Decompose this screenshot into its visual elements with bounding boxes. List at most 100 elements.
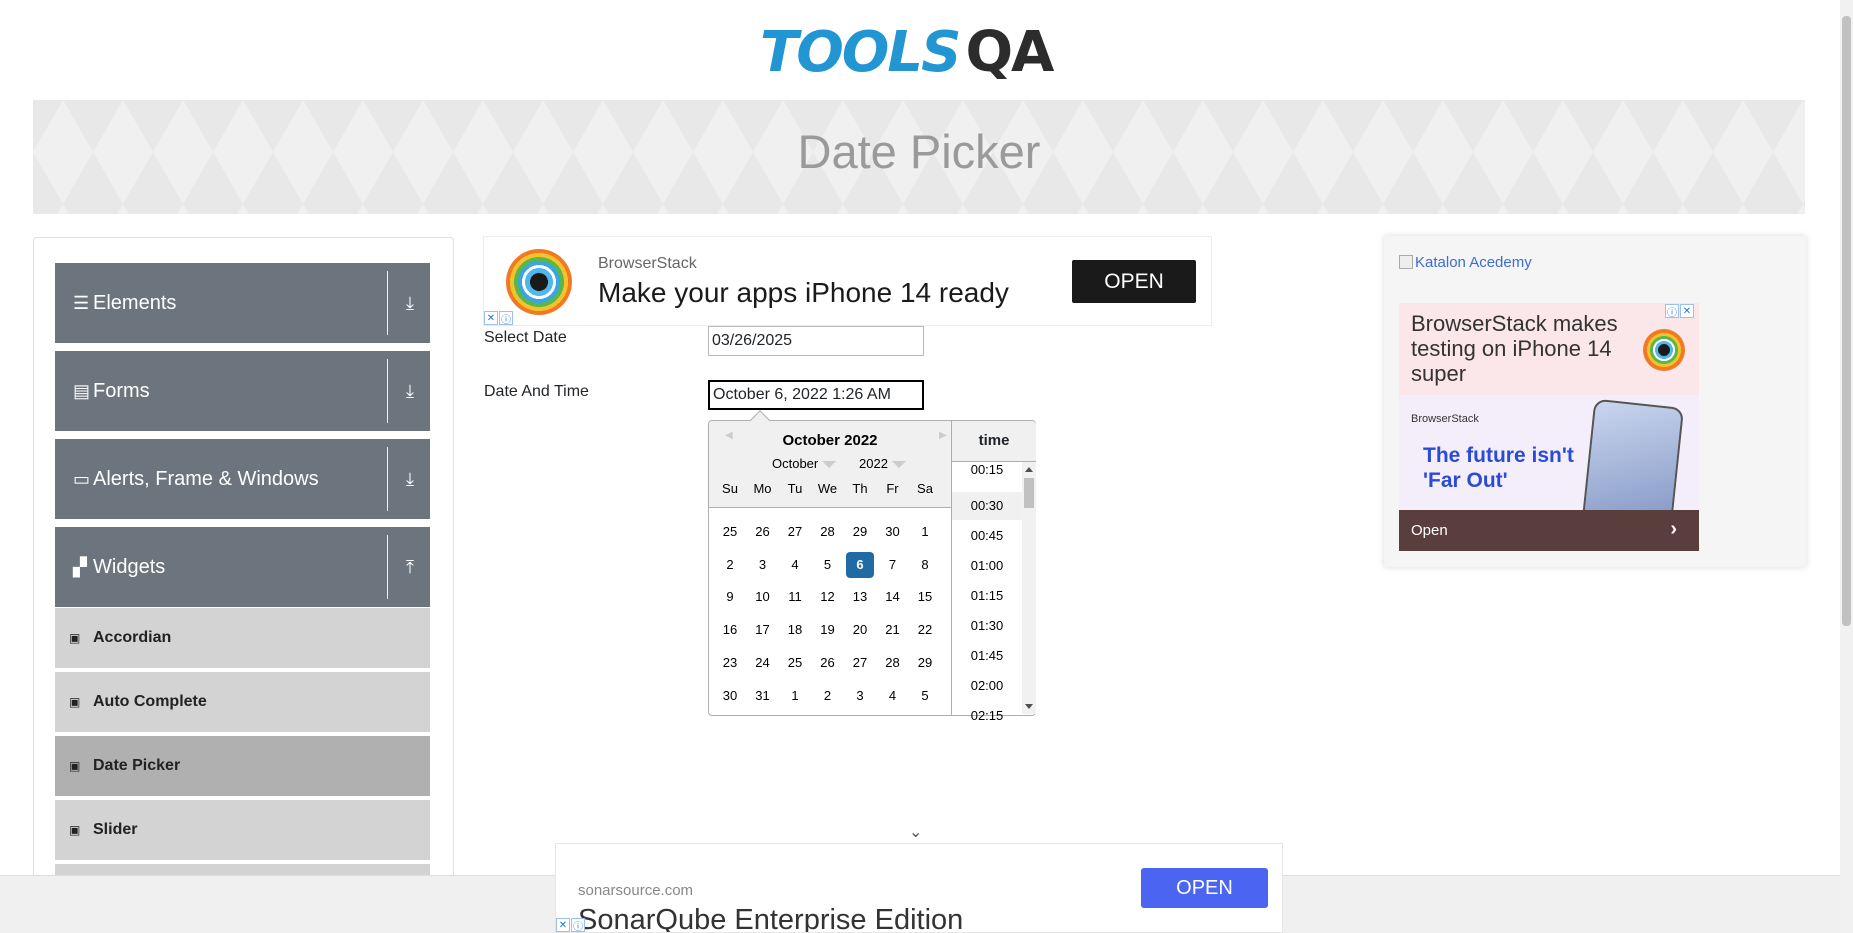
date-time-input[interactable]: October 6, 2022 1:26 AM: [708, 380, 924, 410]
calendar-header: ◀ ▶ October 2022 October 2022 Su Mo Tu We Th…: [709, 410, 951, 508]
calendar-day[interactable]: 6: [846, 551, 874, 578]
ad-close-icon[interactable]: ✕: [556, 918, 570, 932]
ad-close-icon[interactable]: ✕: [1680, 304, 1694, 318]
calendar-day[interactable]: 30: [879, 519, 907, 545]
scroll-down-icon[interactable]: [1025, 704, 1033, 709]
widgets-icon: ▞: [73, 556, 87, 577]
calendar-day[interactable]: 28: [814, 519, 842, 545]
calendar-day[interactable]: 21: [879, 617, 907, 643]
calendar-day[interactable]: 9: [716, 584, 744, 610]
year-select-value: 2022: [859, 456, 888, 471]
time-option[interactable]: 00:45: [952, 522, 1022, 550]
calendar-day[interactable]: 19: [814, 617, 842, 643]
browserstack-ad[interactable]: BrowserStack Make your apps iPhone 14 re…: [483, 236, 1212, 326]
ad-right-headline: BrowserStack makes testing on iPhone 14 …: [1411, 311, 1618, 386]
html5-icon: ▣: [69, 759, 81, 773]
calendar-day[interactable]: 28: [879, 650, 907, 676]
time-option[interactable]: 00:15: [952, 456, 1022, 484]
calendar-day[interactable]: 27: [846, 650, 874, 676]
scrollbar-thumb[interactable]: [1842, 16, 1851, 626]
download-arrow-icon: ⤓: [406, 469, 414, 489]
html5-icon: ▣: [69, 695, 81, 709]
ad-close-icon[interactable]: ✕: [484, 311, 498, 325]
calendar-day[interactable]: 5: [911, 683, 939, 709]
sonarqube-ad[interactable]: sonarsource.com SonarQube Enterprise Edi…: [555, 843, 1283, 933]
time-option[interactable]: 01:15: [952, 582, 1022, 610]
calendar-day[interactable]: 24: [749, 650, 777, 676]
scrollbar-thumb[interactable]: [1024, 478, 1034, 508]
calendar-day[interactable]: 26: [814, 650, 842, 676]
date-time-picker-popup: ◀ ▶ October 2022 October 2022 Su Mo Tu We Th…: [708, 410, 1036, 723]
calendar-day[interactable]: 22: [911, 617, 939, 643]
calendar-day[interactable]: 23: [716, 650, 744, 676]
sidebar-item-accordian[interactable]: ▣ Accordian: [55, 608, 430, 669]
calendar-day[interactable]: 4: [879, 683, 907, 709]
calendar-day[interactable]: 1: [911, 519, 939, 545]
select-date-input[interactable]: 03/26/2025: [708, 326, 924, 356]
calendar-day[interactable]: 2: [716, 552, 744, 578]
calendar-day[interactable]: 13: [846, 584, 874, 610]
ad-brand: BrowserStack: [1411, 413, 1479, 425]
sidebar: ☰ Elements ⤓ ▤ Forms ⤓ ▭ Alerts, Frame &…: [33, 237, 454, 933]
page-scrollbar[interactable]: [1840, 0, 1853, 933]
time-option[interactable]: 02:00: [952, 672, 1022, 700]
right-ad[interactable]: Katalon Acedemy BrowserStack makes testi…: [1384, 236, 1806, 567]
sidebar-item-slider[interactable]: ▣ Slider: [55, 800, 430, 861]
time-option[interactable]: 01:30: [952, 612, 1022, 640]
katalon-image-link[interactable]: Katalon Acedemy: [1399, 254, 1532, 271]
ad-open-button[interactable]: OPEN: [1141, 868, 1268, 908]
calendar-day[interactable]: 8: [911, 552, 939, 578]
collapse-ad-chevron-icon[interactable]: ⌄: [909, 822, 922, 842]
download-arrow-icon: ⤓: [406, 381, 414, 401]
calendar-day[interactable]: 18: [781, 617, 809, 643]
calendar-day[interactable]: 29: [846, 519, 874, 545]
calendar-day[interactable]: 25: [716, 519, 744, 545]
calendar-day[interactable]: 30: [716, 683, 744, 709]
ad-open-bar[interactable]: Open ›: [1399, 510, 1699, 551]
calendar-day[interactable]: 11: [781, 584, 809, 610]
ad-open-button[interactable]: OPEN: [1072, 260, 1196, 303]
page: TOOLS QA Date Picker ☰ Elements ⤓ ▤ Form…: [0, 0, 1853, 933]
calendar-day[interactable]: 1: [781, 683, 809, 709]
ad-info-icon[interactable]: ⓘ: [1665, 304, 1679, 319]
calendar-day[interactable]: 31: [749, 683, 777, 709]
toolsqa-logo[interactable]: TOOLS QA: [760, 14, 1054, 90]
calendar-day[interactable]: 27: [781, 519, 809, 545]
time-option[interactable]: 02:15: [952, 702, 1022, 730]
ad-info-icon[interactable]: ⓘ: [499, 311, 513, 326]
calendar-day[interactable]: 15: [911, 584, 939, 610]
calendar-day[interactable]: 17: [749, 617, 777, 643]
time-option[interactable]: 01:00: [952, 552, 1022, 580]
sidebar-item-date-picker[interactable]: ▣ Date Picker: [55, 736, 430, 797]
calendar-day[interactable]: 20: [846, 617, 874, 643]
scroll-up-icon[interactable]: [1025, 467, 1033, 472]
time-option[interactable]: 00:30: [952, 492, 1022, 520]
sidebar-group-alerts[interactable]: ▭ Alerts, Frame & Windows ⤓: [55, 439, 430, 519]
calendar-day[interactable]: 14: [879, 584, 907, 610]
sidebar-group-forms[interactable]: ▤ Forms ⤓: [55, 351, 430, 431]
calendar-day[interactable]: 7: [879, 552, 907, 578]
date-time-label: Date And Time: [484, 383, 589, 400]
calendar-day[interactable]: 10: [749, 584, 777, 610]
calendar-day[interactable]: 4: [781, 552, 809, 578]
window-icon: ▭: [73, 468, 91, 489]
calendar-day[interactable]: 26: [749, 519, 777, 545]
year-select[interactable]: 2022: [859, 456, 906, 471]
calendar-day[interactable]: 3: [749, 552, 777, 578]
sidebar-item-auto-complete[interactable]: ▣ Auto Complete: [55, 672, 430, 733]
time-scrollbar[interactable]: [1022, 462, 1036, 714]
calendar-day[interactable]: 5: [814, 552, 842, 578]
sidebar-group-widgets[interactable]: ▞ Widgets ⤒: [55, 527, 430, 607]
calendar-day[interactable]: 16: [716, 617, 744, 643]
calendar-day[interactable]: 12: [814, 584, 842, 610]
calendar-day[interactable]: 2: [814, 683, 842, 709]
calendar-day[interactable]: 29: [911, 650, 939, 676]
ad-info-icon[interactable]: ⓘ: [571, 918, 585, 932]
calendar-day[interactable]: 3: [846, 683, 874, 709]
time-option[interactable]: 01:45: [952, 642, 1022, 670]
day-name: Su: [722, 481, 738, 496]
browserstack-iphone-ad[interactable]: BrowserStack makes testing on iPhone 14 …: [1399, 303, 1699, 551]
calendar-day[interactable]: 25: [781, 650, 809, 676]
sidebar-group-elements[interactable]: ☰ Elements ⤓: [55, 263, 430, 343]
month-select[interactable]: October: [772, 456, 837, 471]
